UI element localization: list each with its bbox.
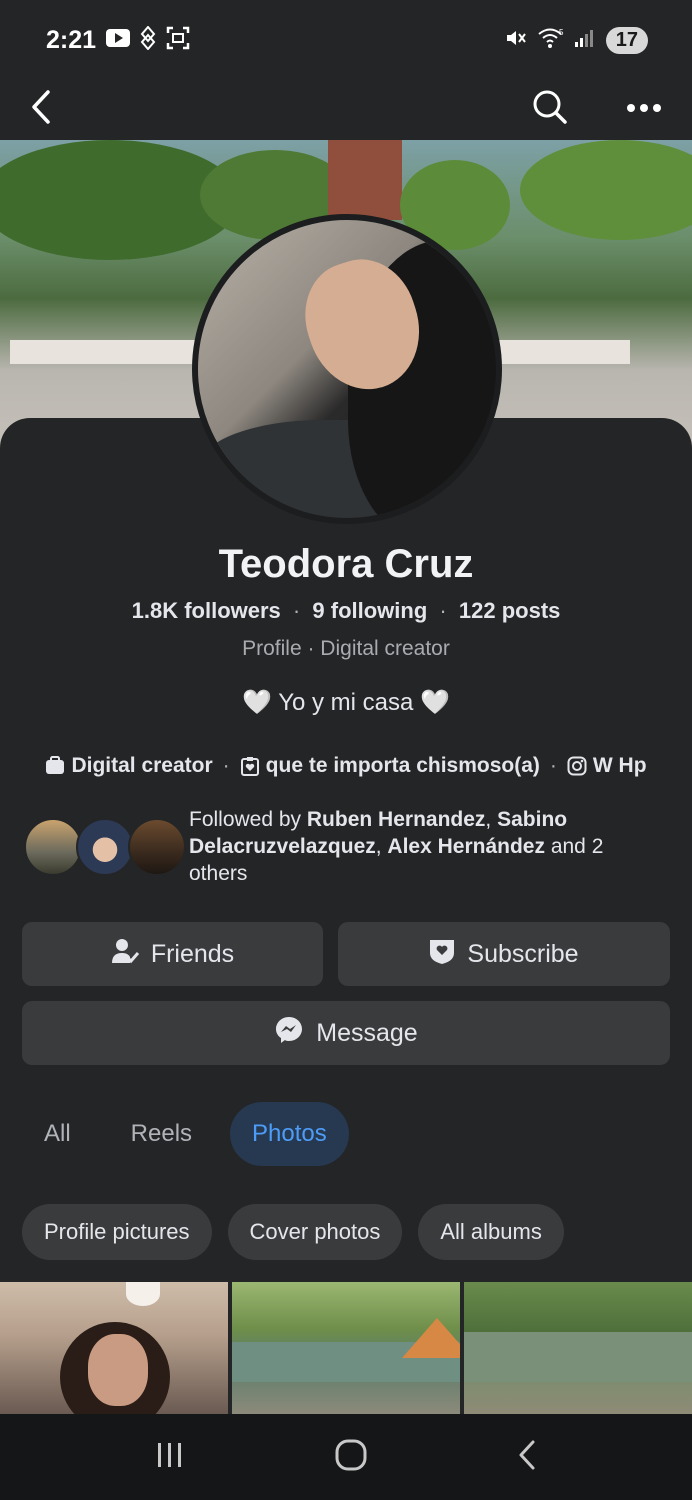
relationship-icon <box>240 756 260 776</box>
posts-label: posts <box>501 598 561 623</box>
profile-bio: 🤍 Yo y mi casa 🤍 <box>242 689 450 716</box>
photo-grid <box>0 1282 692 1414</box>
chip-all-albums[interactable]: All albums <box>418 1204 564 1260</box>
profile-name: Teodora Cruz <box>218 542 474 586</box>
photo-thumbnail[interactable] <box>232 1282 460 1414</box>
screenshot-icon <box>166 26 190 55</box>
profile-avatar[interactable] <box>192 214 502 524</box>
message-label: Message <box>316 1018 418 1047</box>
following-label[interactable]: following <box>331 598 428 623</box>
photo-face <box>88 1334 148 1406</box>
nav-right <box>532 89 662 130</box>
status-bar: 2:21 5 17 <box>0 0 692 80</box>
subscribe-icon <box>429 937 455 972</box>
info-relationship: que te importa chismoso(a) <box>265 754 540 777</box>
top-nav <box>0 78 692 140</box>
photo-filter-chips: Profile pictures Cover photos All albums <box>22 1204 564 1260</box>
followed-sep: , <box>485 808 498 831</box>
profile-stats: 1.8K followers · 9 following · 122 posts <box>0 598 692 624</box>
mute-icon <box>504 26 528 55</box>
back-icon[interactable] <box>517 1439 537 1476</box>
profile-tabs: All Reels Photos <box>22 1102 349 1166</box>
mutual-name[interactable]: Ruben Hernandez <box>307 808 486 831</box>
mutual-followers[interactable]: Followed by Ruben Hernandez, Sabino Dela… <box>24 806 664 896</box>
briefcase-icon <box>45 756 65 776</box>
chip-profile-pictures[interactable]: Profile pictures <box>22 1204 212 1260</box>
message-button[interactable]: Message <box>22 1001 670 1065</box>
tab-reels[interactable]: Reels <box>109 1102 214 1166</box>
posts-count: 122 <box>458 598 496 623</box>
info-category: Digital creator <box>71 754 213 777</box>
mutual-name[interactable]: Alex Hernández <box>387 835 545 858</box>
profile-info-line: Digital creator · que te importa chismos… <box>0 754 692 778</box>
friends-icon <box>111 937 139 972</box>
status-time: 2:21 <box>46 25 97 54</box>
back-arrow-icon[interactable] <box>28 89 56 130</box>
search-icon[interactable] <box>532 89 568 130</box>
subscribe-label: Subscribe <box>467 939 579 968</box>
profile-subtitle: Profile · Digital creator <box>242 637 450 660</box>
cover-tree <box>520 140 692 240</box>
mutual-avatars <box>24 818 189 880</box>
more-options-icon[interactable] <box>626 100 662 118</box>
recent-apps-icon[interactable] <box>155 1441 185 1474</box>
youtube-icon <box>106 28 131 52</box>
home-icon[interactable] <box>335 1439 367 1476</box>
vpn-icon <box>140 24 156 55</box>
followers-count[interactable]: 1.8K <box>132 598 178 623</box>
followed-sep: , <box>375 835 388 858</box>
friends-button[interactable]: Friends <box>22 922 323 986</box>
mutual-avatar <box>128 818 186 876</box>
signal-icon <box>574 28 596 53</box>
stats-separator: · <box>439 598 447 623</box>
wifi-icon: 5 <box>538 27 564 54</box>
chip-cover-photos[interactable]: Cover photos <box>227 1204 403 1260</box>
friends-label: Friends <box>150 939 235 968</box>
info-instagram[interactable]: W Hp <box>593 754 647 778</box>
subscribe-button[interactable]: Subscribe <box>338 922 670 986</box>
status-right: 5 17 <box>504 26 648 55</box>
mutual-avatar <box>76 818 134 876</box>
mutual-followers-text: Followed by Ruben Hernandez, Sabino Dela… <box>189 806 639 887</box>
system-nav-bar <box>0 1414 692 1500</box>
battery-level: 17 <box>615 28 638 51</box>
photo-river <box>464 1332 692 1382</box>
battery-indicator: 17 <box>605 26 648 54</box>
photo-thumbnail[interactable] <box>0 1282 228 1414</box>
messenger-icon <box>274 1015 304 1052</box>
photo-thumbnail[interactable] <box>464 1282 692 1414</box>
tab-photos[interactable]: Photos <box>230 1102 349 1166</box>
mutual-avatar <box>24 818 82 876</box>
stats-separator: · <box>292 598 301 623</box>
photo-tent <box>402 1318 460 1358</box>
info-separator: · <box>222 754 230 777</box>
info-separator: · <box>549 754 557 777</box>
cover-tower <box>328 140 402 220</box>
followers-label[interactable]: followers <box>184 598 281 623</box>
following-count[interactable]: 9 <box>312 598 324 623</box>
tab-all[interactable]: All <box>22 1102 93 1166</box>
svg-text:5: 5 <box>559 28 564 37</box>
status-left: 2:21 <box>46 24 190 55</box>
photo-lamp <box>126 1282 160 1306</box>
instagram-icon <box>567 756 587 776</box>
followed-prefix: Followed by <box>189 808 307 831</box>
